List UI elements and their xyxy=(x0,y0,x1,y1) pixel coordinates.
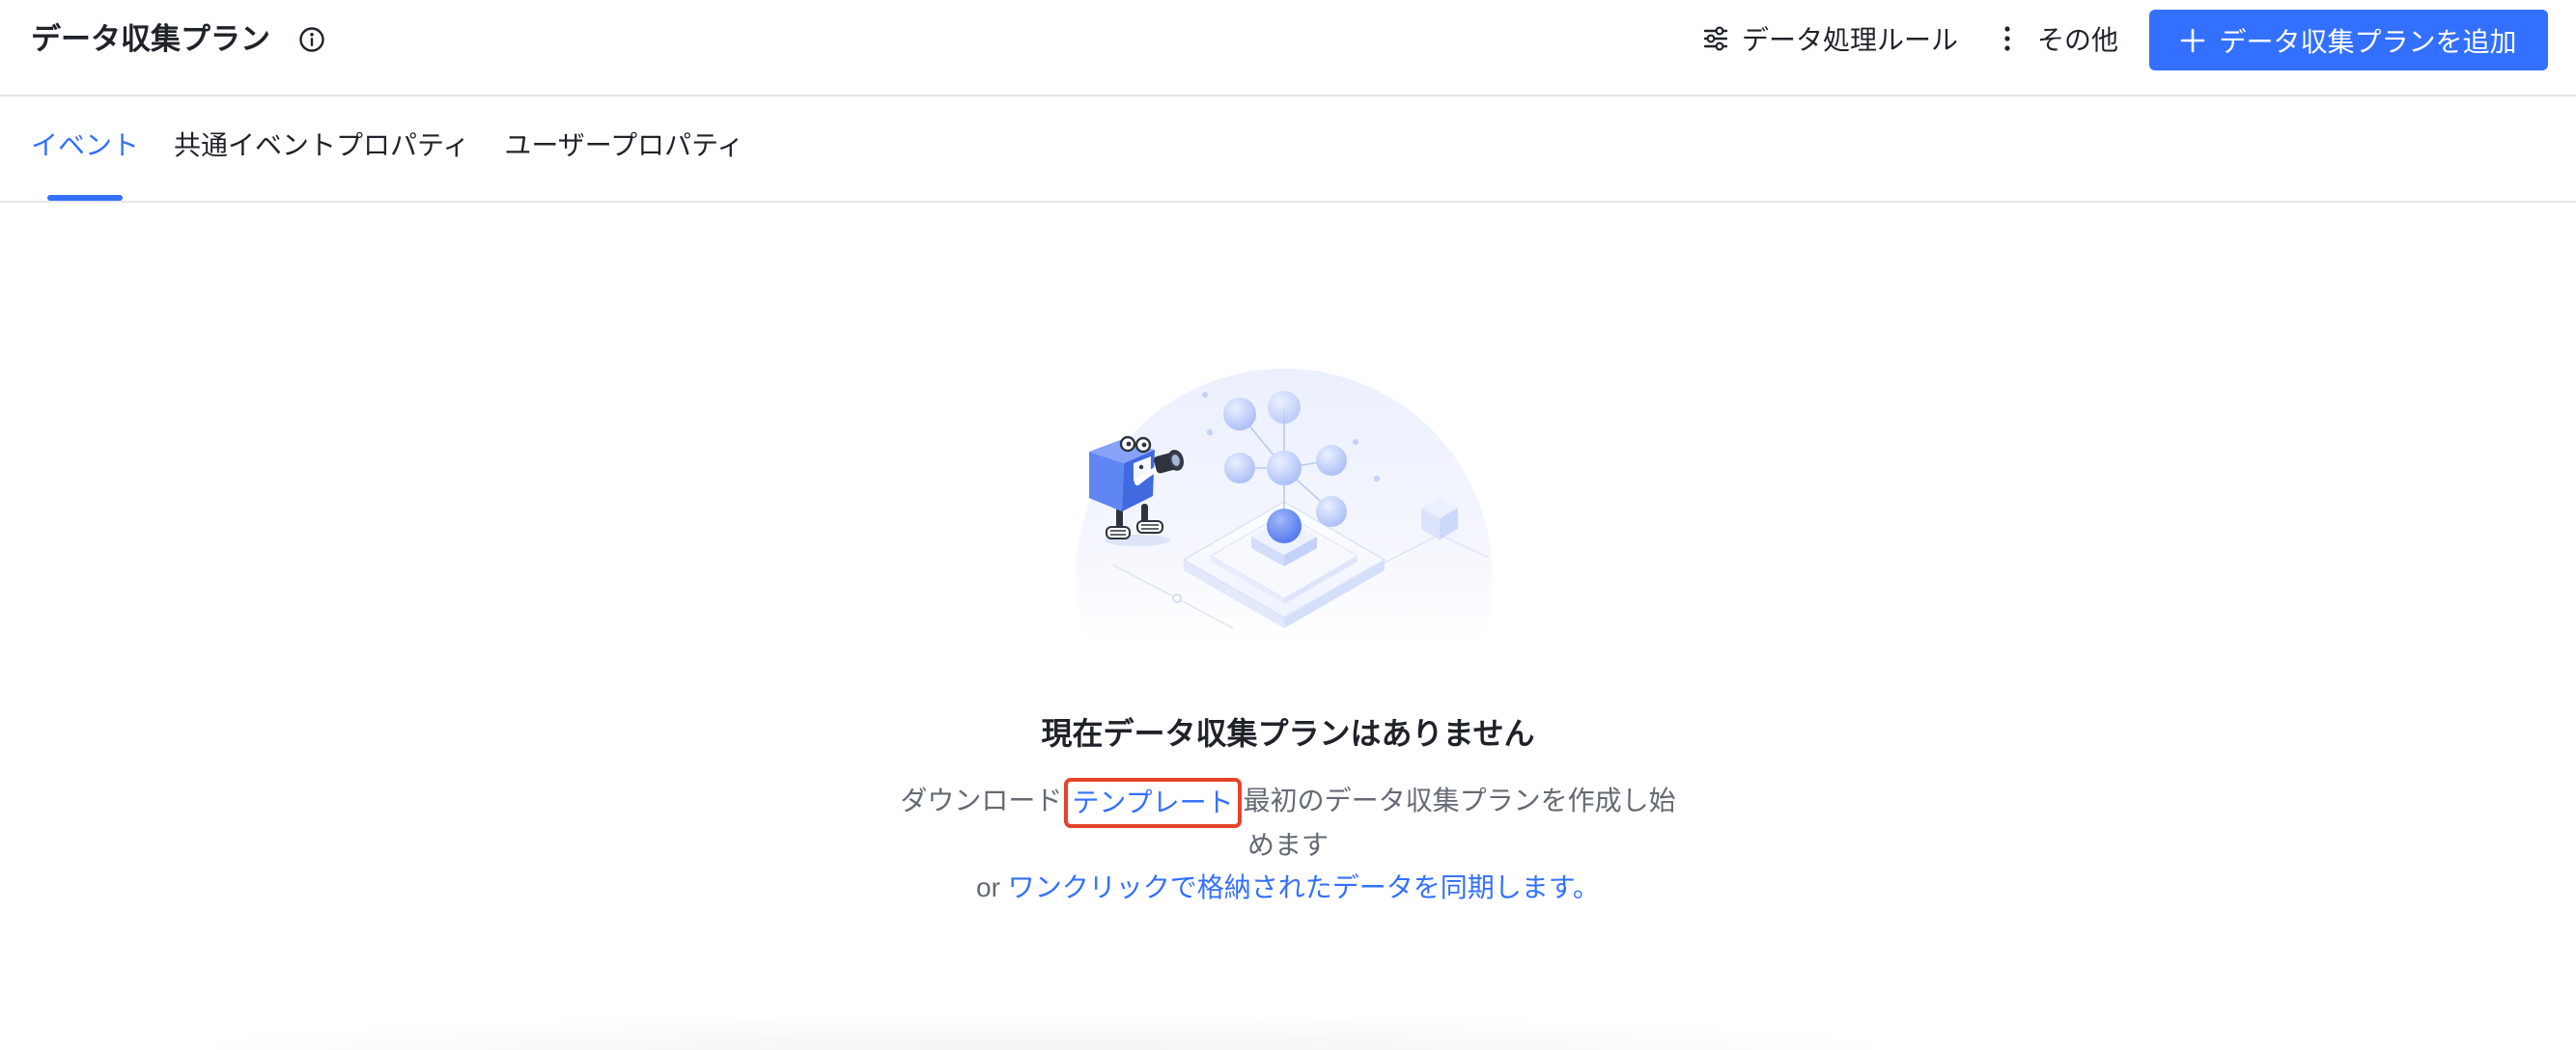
plus-icon xyxy=(2180,28,2205,53)
description-suffix: 最初のデータ収集プランを作成し始めます xyxy=(1243,786,1676,860)
empty-state-illustration xyxy=(1076,369,1493,647)
or-label: or xyxy=(976,871,1000,902)
add-collection-plan-label: データ収集プランを追加 xyxy=(2219,26,2517,57)
bottom-panel-shadow xyxy=(212,1011,1873,1050)
network-node xyxy=(1224,453,1255,484)
sliders-icon xyxy=(1702,25,1729,52)
data-processing-rules-label: データ処理ルール xyxy=(1742,25,1959,55)
description-line: ダウンロード テンプレート 最初のデータ収集プランを作成し始めます xyxy=(893,777,1683,867)
add-collection-plan-button[interactable]: データ収集プランを追加 xyxy=(2149,10,2548,70)
sync-line: or ワンクリックで格納されたデータを同期します。 xyxy=(893,867,1683,909)
tab-events[interactable]: イベント xyxy=(31,97,139,201)
more-vertical-icon xyxy=(2002,22,2013,55)
network-node xyxy=(1223,398,1256,430)
more-menu-button[interactable]: その他 xyxy=(2002,18,2118,59)
network-node-center xyxy=(1267,451,1302,485)
tab-common-event-properties[interactable]: 共通イベントプロパティ xyxy=(174,97,469,201)
network-node-base xyxy=(1267,509,1302,543)
page-title: データ収集プラン xyxy=(31,22,270,56)
network-node xyxy=(1268,391,1301,424)
tab-bar: イベント 共通イベントプロパティ ユーザープロパティ xyxy=(0,97,2576,203)
page-header: データ収集プラン データ処理ルール その他 データ収集プランを追加 xyxy=(0,0,2576,97)
network-node xyxy=(1316,445,1347,476)
template-download-link[interactable]: テンプレート xyxy=(1064,777,1242,828)
empty-state-title: 現在データ収集プランはありません xyxy=(1041,716,1535,751)
one-click-sync-link[interactable]: ワンクリックで格納されたデータを同期します。 xyxy=(1008,872,1600,902)
data-processing-rules-button[interactable]: データ処理ルール xyxy=(1702,18,1958,59)
tab-user-properties[interactable]: ユーザープロパティ xyxy=(504,97,743,201)
more-menu-label: その他 xyxy=(2037,25,2119,55)
tab-list: イベント 共通イベントプロパティ ユーザープロパティ xyxy=(31,97,743,201)
network-node xyxy=(1316,496,1347,527)
empty-state-description: ダウンロード テンプレート 最初のデータ収集プランを作成し始めます or ワンクリッ… xyxy=(893,777,1683,909)
info-circle-icon[interactable] xyxy=(298,26,325,53)
description-prefix: ダウンロード xyxy=(900,786,1063,815)
